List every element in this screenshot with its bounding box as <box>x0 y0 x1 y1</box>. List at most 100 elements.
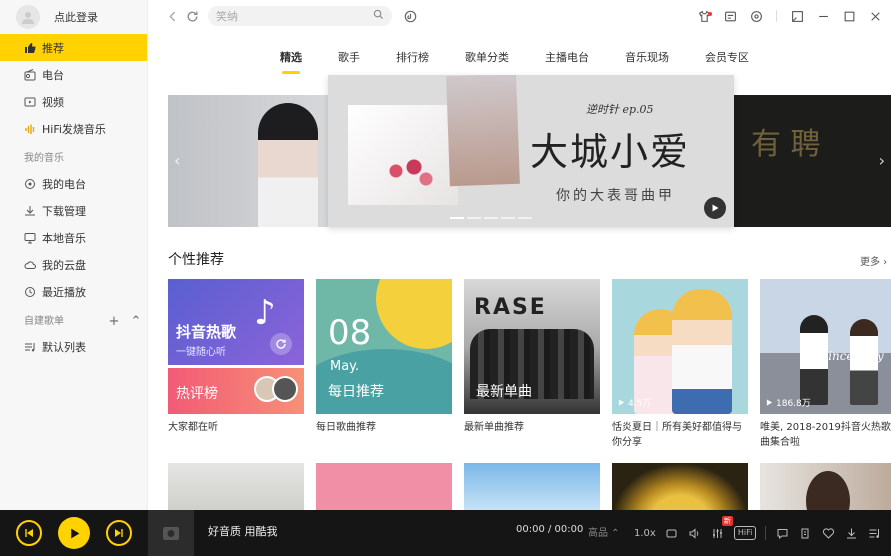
sidebar-item-my-radio[interactable]: 我的电台 <box>0 170 147 197</box>
tab-playlist-categories[interactable]: 歌单分类 <box>447 50 527 74</box>
avatar[interactable] <box>16 5 40 29</box>
now-playing-cover[interactable] <box>148 510 194 556</box>
back-button[interactable] <box>162 6 182 26</box>
recommend-card[interactable]: Since May 186.8万 唯美, 2018-2019抖音火热歌曲集合啦 <box>760 279 891 450</box>
download-button[interactable] <box>844 524 858 542</box>
add-playlist-button[interactable]: + <box>103 311 125 333</box>
playlist-button[interactable] <box>867 524 881 542</box>
user-login[interactable]: 点此登录 <box>0 0 147 34</box>
sidebar-item-label: 我的电台 <box>42 177 86 191</box>
thumb-up-icon <box>24 42 36 54</box>
previous-icon <box>25 529 33 537</box>
play-count: 186.8万 <box>766 396 811 409</box>
inbox-icon <box>724 11 736 21</box>
card-cover[interactable]: 4.5万 <box>612 279 748 414</box>
tab-featured[interactable]: 精选 <box>262 50 320 74</box>
banner-next-slide[interactable]: 有 聘 <box>731 95 891 227</box>
sidebar-item-recent[interactable]: 最近播放 <box>0 278 147 305</box>
search-input[interactable] <box>216 9 373 23</box>
lyrics-button[interactable] <box>798 524 812 542</box>
comment-icon <box>777 528 788 539</box>
player-bar: 好音质 用酷我 00:00 / 00:00 高品 ⌃ 1.0x 新 HiFi <box>0 510 891 556</box>
banner-dot[interactable] <box>501 217 515 219</box>
banner-collage-photo-2 <box>446 75 520 187</box>
banner-main-slide[interactable]: 逆时针 ep.05 大城小爱 你的大表哥曲甲 <box>328 75 734 227</box>
player-controls: 1.0x 新 HiFi <box>634 510 881 556</box>
search-box[interactable] <box>208 6 392 26</box>
card-title[interactable]: 恬炎夏日｜所有美好都值得与你分享 <box>612 420 748 450</box>
recommend-card[interactable]: 08 May. 每日推荐 每日歌曲推荐 <box>316 279 452 450</box>
card-title[interactable]: 每日歌曲推荐 <box>316 420 452 435</box>
banner-dot[interactable] <box>467 217 481 219</box>
sidebar-item-local-music[interactable]: 本地音乐 <box>0 224 147 251</box>
sidebar-item-cloud[interactable]: 我的云盘 <box>0 251 147 278</box>
sidebar-item-video[interactable]: 视频 <box>0 88 147 115</box>
more-link[interactable]: 更多 › <box>860 253 887 268</box>
sidebar-item-hifi[interactable]: HiFi发烧音乐 <box>0 115 147 142</box>
skin-button[interactable] <box>694 6 714 26</box>
equalizer-button[interactable]: 新 <box>711 516 733 542</box>
song-recognize-button[interactable] <box>400 6 420 26</box>
tab-live[interactable]: 音乐现场 <box>607 50 687 74</box>
card-cover[interactable]: ♪ 抖音热歌 一键随心听 热评榜 <box>168 279 304 414</box>
banner-carousel[interactable]: 有 聘 逆时针 ep.05 大城小爱 你的大表哥曲甲 ‹ › <box>168 75 891 227</box>
search-icon[interactable] <box>373 9 384 23</box>
sidebar-item-default-list[interactable]: 默认列表 <box>0 333 147 360</box>
mini-mode-button[interactable] <box>787 6 807 26</box>
banner-prev-arrow[interactable]: ‹ <box>174 151 180 170</box>
recommend-card[interactable]: RASE 最新单曲 最新单曲推荐 <box>464 279 600 450</box>
recommend-card[interactable] <box>168 463 304 510</box>
banner-subtitle: 你的大表哥曲甲 <box>556 188 675 204</box>
quality-select[interactable]: 高品 ⌃ <box>588 524 620 539</box>
refresh-button[interactable] <box>270 333 292 355</box>
banner-prev-slide[interactable] <box>168 95 330 227</box>
settings-button[interactable] <box>746 6 766 26</box>
tab-host-radio[interactable]: 主播电台 <box>527 50 607 74</box>
banner-next-arrow[interactable]: › <box>879 151 885 170</box>
speed-button[interactable]: 1.0x <box>634 524 656 542</box>
minimize-button[interactable] <box>813 6 833 26</box>
hifi-button[interactable]: HiFi <box>733 526 757 540</box>
banner-dot[interactable] <box>484 217 498 219</box>
login-link[interactable]: 点此登录 <box>54 9 98 25</box>
comment-button[interactable] <box>775 524 789 542</box>
maximize-button[interactable] <box>839 6 859 26</box>
sidebar-item-radio[interactable]: 电台 <box>0 61 147 88</box>
message-button[interactable] <box>720 6 740 26</box>
video-icon <box>24 96 36 108</box>
previous-button[interactable] <box>16 520 42 546</box>
card-title[interactable]: 唯美, 2018-2019抖音火热歌曲集合啦 <box>760 420 891 450</box>
next-button[interactable] <box>106 520 132 546</box>
sidebar-item-download[interactable]: 下载管理 <box>0 197 147 224</box>
card-cover[interactable]: 08 May. 每日推荐 <box>316 279 452 414</box>
sidebar: 点此登录 推荐 电台 视频 HiFi发烧音乐 我的音乐 我的电台 下载管理 本地… <box>0 0 148 510</box>
like-button[interactable] <box>821 524 835 542</box>
now-playing-title[interactable]: 好音质 用酷我 <box>208 523 278 539</box>
recommend-card[interactable] <box>760 463 891 510</box>
card-title[interactable]: 最新单曲推荐 <box>464 420 600 435</box>
card-cover[interactable]: RASE 最新单曲 <box>464 279 600 414</box>
recommend-card[interactable] <box>464 463 600 510</box>
play-icon <box>766 399 773 406</box>
volume-button[interactable] <box>688 524 702 542</box>
banner-dot[interactable] <box>450 217 464 219</box>
cover-bottom-text: 热评榜 <box>176 386 218 402</box>
recommend-card[interactable]: ♪ 抖音热歌 一键随心听 热评榜 大家都在听 <box>168 279 304 450</box>
tab-vip[interactable]: 会员专区 <box>687 50 767 74</box>
refresh-button[interactable] <box>182 6 202 26</box>
banner-play-button[interactable] <box>704 197 726 219</box>
music-recognize-icon <box>404 10 416 22</box>
card-cover[interactable]: Since May 186.8万 <box>760 279 891 414</box>
tab-singers[interactable]: 歌手 <box>320 50 378 74</box>
card-title[interactable]: 大家都在听 <box>168 420 304 435</box>
recommend-card[interactable] <box>316 463 452 510</box>
play-button[interactable] <box>58 517 90 549</box>
collapse-playlist-button[interactable]: ⌃ <box>125 311 147 333</box>
recommend-card[interactable]: 4.5万 恬炎夏日｜所有美好都值得与你分享 <box>612 279 748 450</box>
banner-dot[interactable] <box>518 217 532 219</box>
sidebar-item-recommend[interactable]: 推荐 <box>0 34 147 61</box>
tab-charts[interactable]: 排行榜 <box>378 50 447 74</box>
recommend-card[interactable] <box>612 463 748 510</box>
close-button[interactable] <box>865 6 885 26</box>
loop-button[interactable] <box>665 524 679 542</box>
